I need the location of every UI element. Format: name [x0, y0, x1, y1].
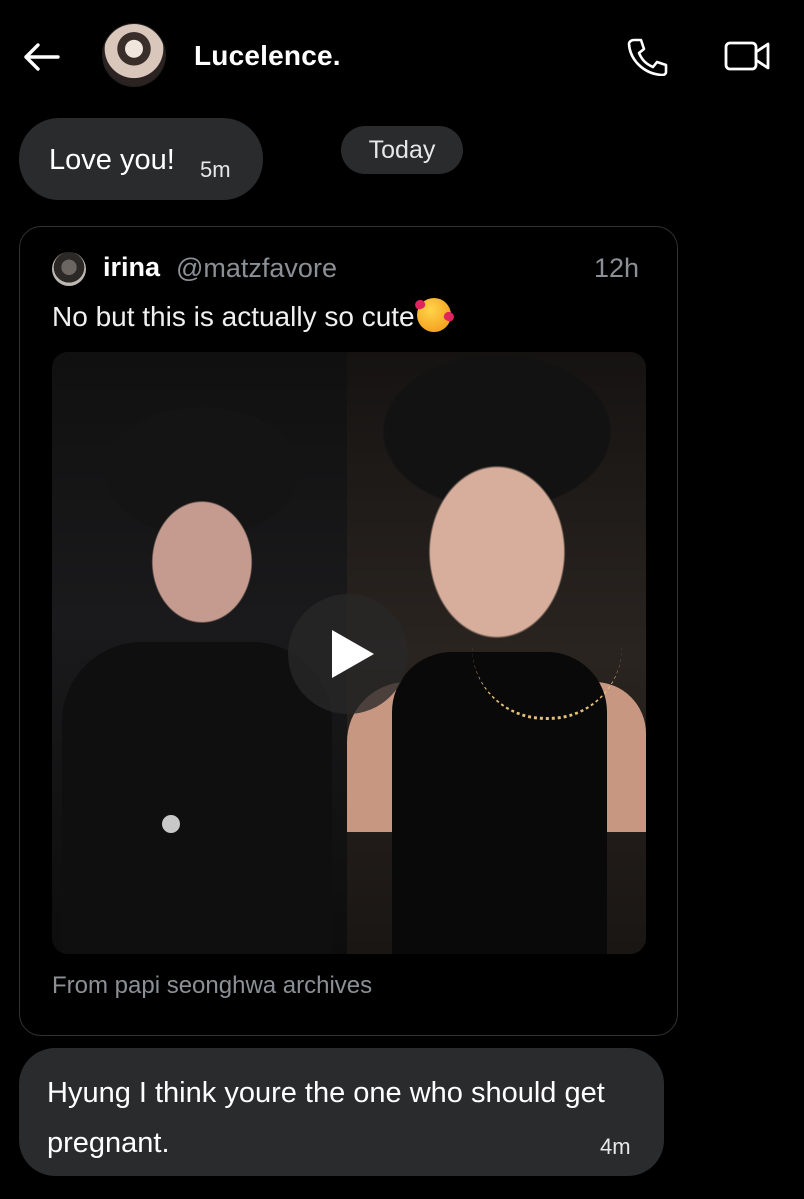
arrow-left-icon	[24, 43, 60, 71]
shirt-shape	[62, 642, 332, 954]
phone-icon	[627, 38, 668, 77]
post-text: No but this is actually so cute	[52, 301, 415, 332]
video-camera-icon	[724, 41, 770, 71]
post-video[interactable]	[52, 352, 646, 954]
date-separator: Today	[341, 126, 463, 174]
message-timestamp: 4m	[600, 1134, 631, 1159]
play-icon	[332, 630, 374, 678]
smiling-face-with-hearts-icon	[416, 298, 451, 332]
message-text: Hyung I think youre the one who should g…	[47, 1077, 605, 1159]
post-author-handle[interactable]: @matzfavore	[176, 253, 337, 284]
post-text-line: No but this is actually so cute	[52, 298, 451, 333]
video-source-label: From papi seonghwa archives	[52, 972, 373, 999]
play-button[interactable]	[288, 594, 408, 714]
video-call-button[interactable]	[724, 38, 770, 74]
call-button[interactable]	[624, 36, 668, 77]
message-text: Love you!	[49, 144, 175, 176]
back-button[interactable]	[18, 34, 64, 80]
message-timestamp: 5m	[200, 157, 231, 182]
post-author-name[interactable]: irina	[103, 252, 160, 283]
message-bubble-reply[interactable]: Hyung I think youre the one who should g…	[19, 1048, 664, 1176]
shirt-button-shape	[162, 815, 180, 833]
contact-avatar[interactable]	[103, 24, 165, 86]
post-author-avatar[interactable]	[52, 252, 86, 286]
post-timestamp: 12h	[594, 253, 640, 283]
contact-name[interactable]: Lucelence.	[194, 40, 341, 72]
conversation-header: Lucelence.	[0, 0, 804, 110]
